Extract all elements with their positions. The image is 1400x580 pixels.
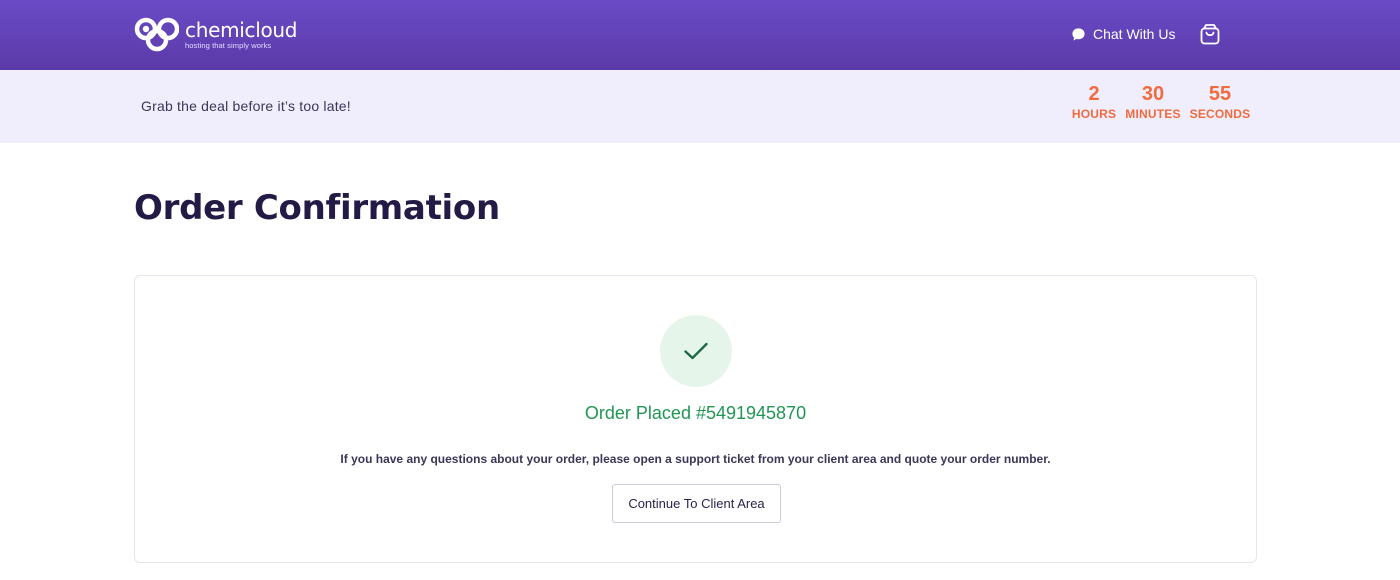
countdown-seconds: 55 SECONDS <box>1189 82 1251 122</box>
countdown-hours: 2 HOURS <box>1071 82 1117 122</box>
countdown-minutes-value: 30 <box>1141 83 1165 105</box>
chat-label: Chat With Us <box>1093 26 1176 42</box>
chat-with-us-link[interactable]: Chat With Us <box>1071 24 1175 44</box>
promo-bar: Grab the deal before it’s too late! 2 HO… <box>0 70 1400 143</box>
order-confirmation-card: Order Placed #5491945870 If you have any… <box>134 275 1257 563</box>
cart-button[interactable] <box>1199 23 1221 46</box>
chemicloud-logo[interactable]: chemicloud hosting that simply works <box>133 14 297 54</box>
chat-bubble-icon <box>1072 27 1085 41</box>
success-badge <box>660 315 732 387</box>
site-header: chemicloud hosting that simply works Cha… <box>0 0 1400 70</box>
countdown-seconds-label: SECONDS <box>1189 107 1251 121</box>
page-title: Order Confirmation <box>134 188 500 228</box>
continue-to-client-area-button[interactable]: Continue To Client Area <box>612 484 781 523</box>
countdown-minutes-label: MINUTES <box>1125 107 1181 121</box>
countdown-hours-label: HOURS <box>1071 107 1117 121</box>
countdown-minutes: 30 MINUTES <box>1124 82 1182 122</box>
chemicloud-logo-icon <box>134 17 179 52</box>
countdown-hours-value: 2 <box>1088 83 1100 105</box>
shopping-bag-icon <box>1200 24 1220 45</box>
order-support-note: If you have any questions about your ord… <box>340 452 1051 466</box>
countdown-seconds-value: 55 <box>1208 83 1232 105</box>
promo-text: Grab the deal before it’s too late! <box>141 98 351 114</box>
logo-tagline: hosting that simply works <box>185 40 272 50</box>
logo-text: chemicloud hosting that simply works <box>185 19 297 50</box>
checkmark-icon <box>684 342 708 360</box>
logo-name: chemicloud <box>185 17 298 42</box>
order-placed-text: Order Placed #5491945870 <box>584 403 807 423</box>
